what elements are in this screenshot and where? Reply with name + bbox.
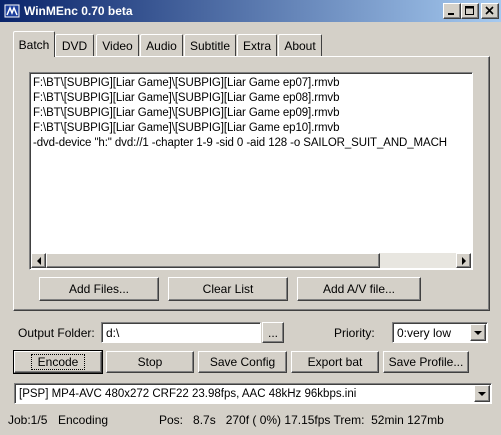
stop-button[interactable]: Stop (106, 351, 194, 373)
scroll-thumb[interactable] (46, 253, 380, 268)
encode-state: Encoding (58, 413, 109, 427)
encode-button[interactable]: Encode (13, 350, 103, 374)
tab-dvd[interactable]: DVD (55, 34, 94, 56)
maximize-icon (465, 6, 474, 15)
batch-file-list[interactable]: F:\BT\[SUBPIG][Liar Game]\[SUBPIG][Liar … (29, 72, 473, 270)
tab-label: About (284, 38, 316, 53)
button-label: Save Config (209, 355, 276, 369)
tab-about[interactable]: About (278, 34, 322, 56)
priority-value: 0:very low (397, 325, 452, 340)
app-icon (4, 4, 20, 18)
minimize-icon (448, 13, 454, 15)
output-folder-label: Output Folder: (18, 326, 95, 340)
list-item[interactable]: F:\BT\[SUBPIG][Liar Game]\[SUBPIG][Liar … (33, 122, 339, 134)
save-profile-button[interactable]: Save Profile... (383, 351, 469, 373)
add-files-button[interactable]: Add Files... (39, 277, 159, 301)
maximize-button[interactable] (461, 3, 479, 19)
close-icon (485, 6, 494, 15)
arrow-left-icon (36, 256, 41, 265)
output-folder-value: d:\ (106, 325, 120, 340)
tab-label: DVD (61, 38, 88, 53)
list-item[interactable]: F:\BT\[SUBPIG][Liar Game]\[SUBPIG][Liar … (33, 107, 339, 119)
tab-audio[interactable]: Audio (140, 34, 183, 56)
save-config-button[interactable]: Save Config (198, 351, 287, 373)
button-label: Export bat (307, 355, 363, 369)
button-label: Stop (137, 355, 163, 369)
clear-list-button[interactable]: Clear List (168, 277, 288, 301)
priority-select[interactable]: 0:very low (392, 322, 488, 343)
button-label: Add A/V file... (322, 282, 396, 296)
scroll-right-button[interactable] (456, 253, 471, 268)
tab-extra[interactable]: Extra (237, 34, 277, 56)
tab-video[interactable]: Video (96, 34, 139, 56)
list-item[interactable]: -dvd-device "h:" dvd://1 -chapter 1-9 -s… (33, 137, 447, 149)
tab-label: Subtitle (189, 38, 231, 53)
close-button[interactable] (481, 3, 499, 19)
button-label: Encode (30, 354, 86, 370)
export-bat-button[interactable]: Export bat (291, 351, 379, 373)
scroll-left-button[interactable] (31, 253, 46, 268)
list-item[interactable]: F:\BT\[SUBPIG][Liar Game]\[SUBPIG][Liar … (33, 77, 339, 89)
browse-folder-button[interactable]: ... (262, 322, 284, 343)
tab-batch[interactable]: Batch (13, 31, 55, 57)
window-title: WinMEnc 0.70 beta (24, 4, 133, 18)
profile-value: [PSP] MP4-AVC 480x272 CRF22 23.98fps, AA… (19, 387, 357, 400)
chevron-down-icon (478, 391, 486, 396)
profile-dropdown-button[interactable] (474, 385, 490, 402)
tab-subtitle[interactable]: Subtitle (184, 34, 236, 56)
button-label: Save Profile... (388, 355, 464, 369)
output-folder-input[interactable]: d:\ (101, 322, 261, 343)
title-bar[interactable]: WinMEnc 0.70 beta (0, 0, 501, 22)
tab-label: Audio (146, 38, 177, 53)
priority-label: Priority: (334, 326, 375, 340)
tab-label: Batch (18, 37, 50, 52)
arrow-right-icon (461, 256, 466, 265)
chevron-down-icon (474, 330, 482, 335)
button-label: Clear List (202, 282, 254, 296)
button-label: ... (267, 325, 278, 340)
button-label: Add Files... (68, 282, 130, 296)
list-item[interactable]: F:\BT\[SUBPIG][Liar Game]\[SUBPIG][Liar … (33, 92, 339, 104)
tab-label: Video (102, 38, 133, 53)
job-status: Job:1/5 (8, 413, 48, 427)
priority-dropdown-button[interactable] (470, 324, 486, 341)
progress-status: Pos: 8.7s 270f ( 0%) 17.15fps Trem: 52mi… (159, 413, 444, 427)
add-av-file-button[interactable]: Add A/V file... (297, 277, 421, 301)
tab-label: Extra (242, 38, 271, 53)
horizontal-scrollbar[interactable] (31, 253, 471, 268)
profile-select[interactable]: [PSP] MP4-AVC 480x272 CRF22 23.98fps, AA… (14, 383, 492, 404)
minimize-button[interactable] (443, 3, 461, 19)
